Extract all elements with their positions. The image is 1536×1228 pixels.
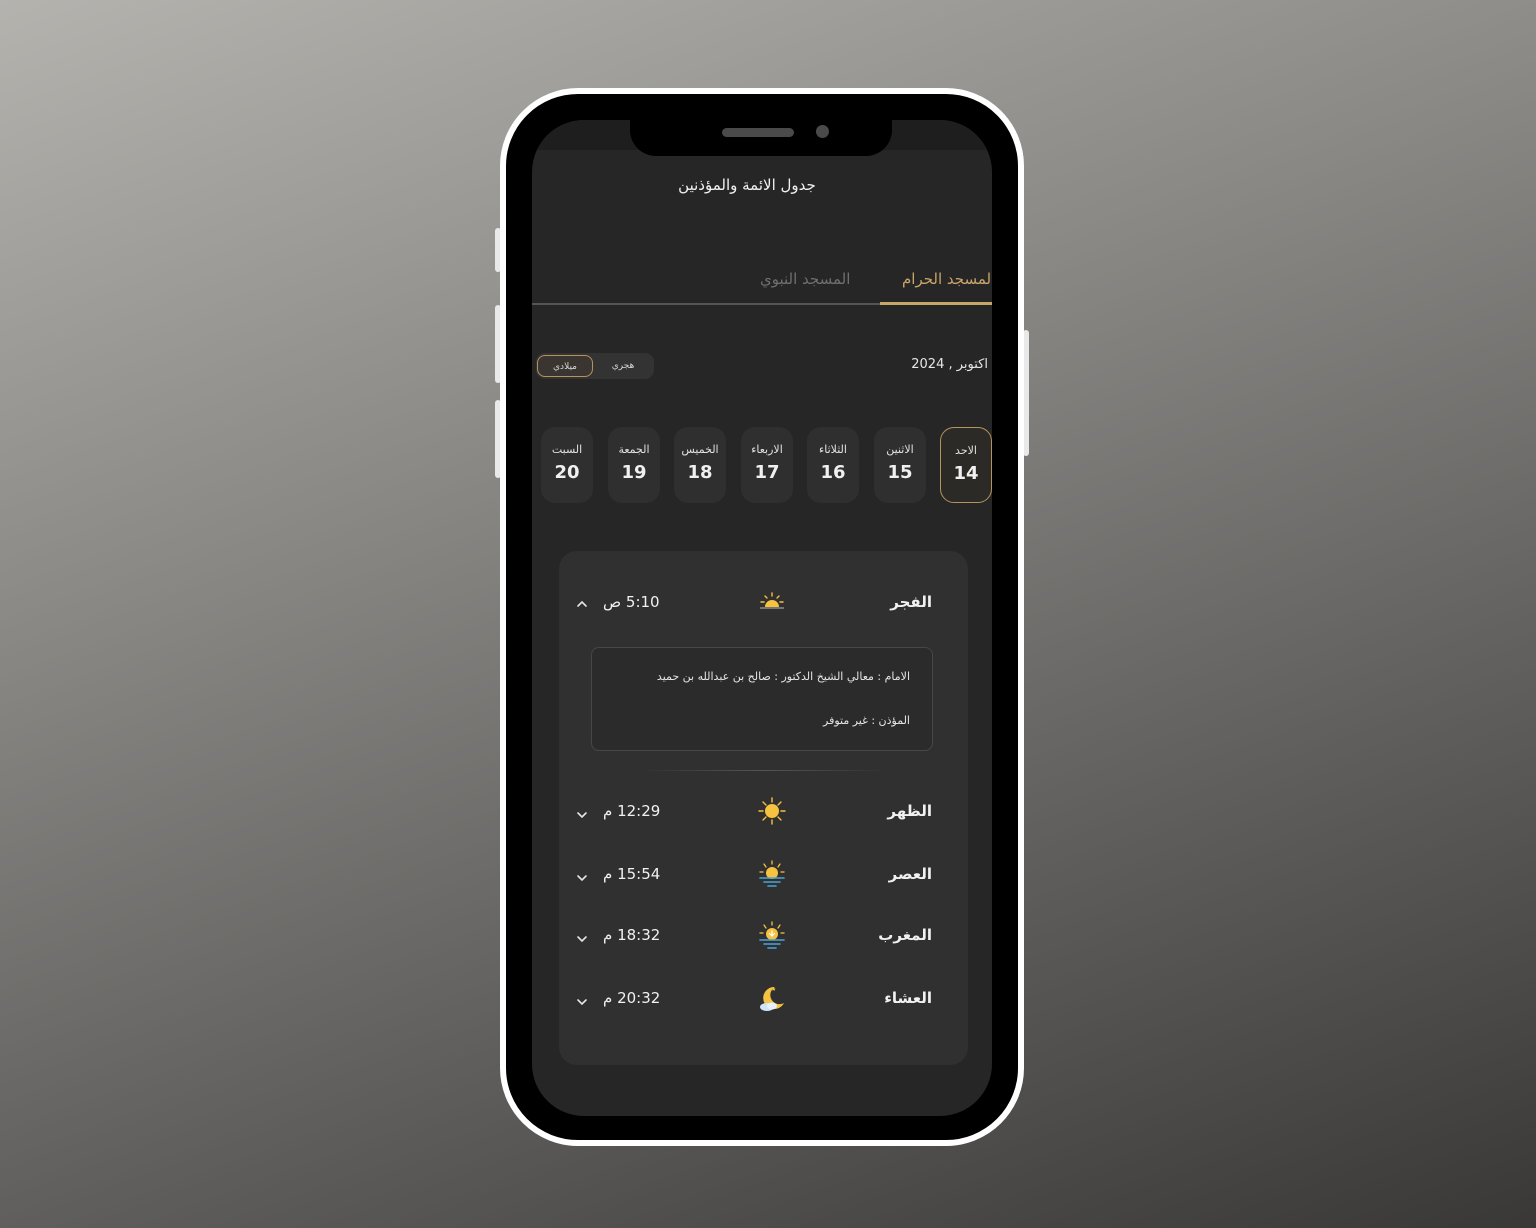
prayer-row-fajr[interactable]: الفجر 5:10 ص xyxy=(559,585,968,625)
muazzin-label: المؤذن : غير متوفر xyxy=(823,714,910,727)
chevron-up-icon[interactable] xyxy=(575,597,589,611)
sun-over-water-icon xyxy=(759,860,785,887)
sun-icon xyxy=(758,797,786,825)
day-monday[interactable]: الاثنين 15 xyxy=(874,427,926,503)
prayer-name: العصر xyxy=(888,865,932,883)
toggle-gregorian[interactable]: ميلادي xyxy=(537,355,593,377)
prayer-time: 12:29 م xyxy=(603,802,661,820)
day-name: الثلاثاء xyxy=(819,443,847,456)
app-screen: جدول الائمة والمؤذنين المسجد الحرام المس… xyxy=(532,120,992,1116)
separator xyxy=(639,770,889,771)
prayer-time: 15:54 م xyxy=(603,865,661,883)
day-saturday[interactable]: السبت 20 xyxy=(541,427,593,503)
active-tab-indicator xyxy=(880,302,992,305)
prayer-time: 20:32 م xyxy=(603,989,661,1007)
day-name: الخميس xyxy=(681,443,719,456)
tab-masjid-haram[interactable]: المسجد الحرام xyxy=(902,270,992,288)
prayer-row-dhuhr[interactable]: الظهر 12:29 م xyxy=(559,794,968,834)
toggle-hijri[interactable]: هجري xyxy=(596,355,650,377)
chevron-down-icon[interactable] xyxy=(575,808,589,822)
day-number: 18 xyxy=(687,462,713,483)
day-number: 19 xyxy=(621,462,647,483)
prayer-name: الفجر xyxy=(890,593,932,611)
tab-masjid-nabawi[interactable]: المسجد النبوي xyxy=(760,270,850,288)
notch xyxy=(630,120,892,156)
speaker xyxy=(722,128,794,137)
day-friday[interactable]: الجمعة 19 xyxy=(608,427,660,503)
prayer-name: المغرب xyxy=(878,926,932,944)
chevron-down-icon[interactable] xyxy=(575,995,589,1009)
prayer-row-isha[interactable]: العشاء 20:32 م xyxy=(559,981,968,1021)
sunrise-icon xyxy=(760,592,784,609)
prayer-name: العشاء xyxy=(884,989,932,1007)
sunset-icon xyxy=(759,921,785,949)
day-name: الاربعاء xyxy=(751,443,783,456)
day-name: الجمعة xyxy=(618,443,650,456)
calendar-type-toggle: ميلادي هجري xyxy=(536,353,654,379)
prayer-name: الظهر xyxy=(887,802,932,820)
phone-frame: جدول الائمة والمؤذنين المسجد الحرام المس… xyxy=(500,88,1024,1146)
imam-label: الامام : معالي الشيخ الدكتور : صالح بن ع… xyxy=(656,670,910,683)
fajr-details-panel: الامام : معالي الشيخ الدكتور : صالح بن ع… xyxy=(591,647,933,751)
chevron-down-icon[interactable] xyxy=(575,871,589,885)
day-wednesday[interactable]: الاربعاء 17 xyxy=(741,427,793,503)
prayer-time: 18:32 م xyxy=(603,926,661,944)
prayer-time: 5:10 ص xyxy=(603,593,660,611)
day-sunday[interactable]: الاحد 14 xyxy=(940,427,992,503)
prayer-row-asr[interactable]: العصر 15:54 م xyxy=(559,857,968,897)
day-number: 17 xyxy=(754,462,780,483)
prayer-row-maghrib[interactable]: المغرب 18:32 م xyxy=(559,918,968,958)
day-number: 20 xyxy=(554,462,580,483)
camera-dot xyxy=(816,125,829,138)
day-number: 15 xyxy=(887,462,913,483)
moon-cloud-icon xyxy=(760,986,784,1011)
day-number: 14 xyxy=(953,463,979,484)
chevron-down-icon[interactable] xyxy=(575,932,589,946)
page-title: جدول الائمة والمؤذنين xyxy=(678,176,816,194)
month-label: اكتوبر , 2024 xyxy=(911,357,988,372)
prayer-times-card: الفجر 5:10 ص الامام : معالي الشيخ الدكتو… xyxy=(559,551,968,1065)
day-thursday[interactable]: الخميس 18 xyxy=(674,427,726,503)
day-name: الاثنين xyxy=(886,443,914,456)
day-number: 16 xyxy=(820,462,846,483)
day-name: الاحد xyxy=(955,444,977,457)
day-name: السبت xyxy=(551,443,583,456)
day-tuesday[interactable]: الثلاثاء 16 xyxy=(807,427,859,503)
